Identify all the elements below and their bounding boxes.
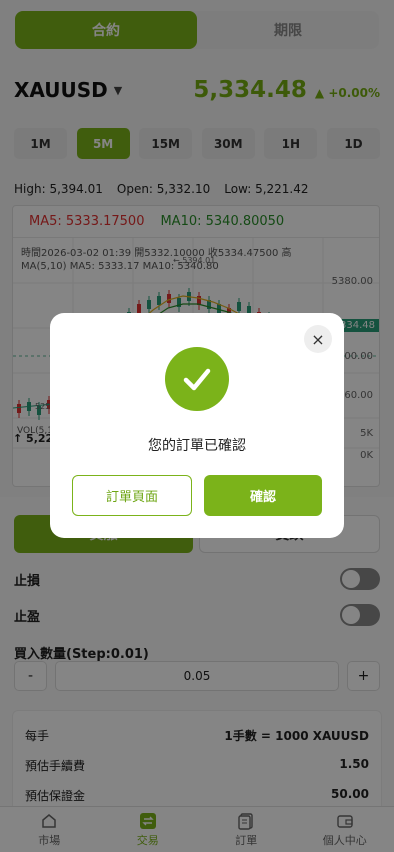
confirm-button[interactable]: 確認: [204, 475, 322, 516]
confirmation-message: 您的訂單已確認: [148, 438, 246, 454]
dialog-actions: 訂單頁面 確認: [72, 475, 322, 516]
order-confirmed-dialog: × 您的訂單已確認 訂單頁面 確認: [50, 313, 344, 538]
order-page-button[interactable]: 訂單頁面: [72, 475, 192, 516]
close-icon[interactable]: ×: [304, 325, 332, 353]
check-icon: [165, 347, 229, 411]
